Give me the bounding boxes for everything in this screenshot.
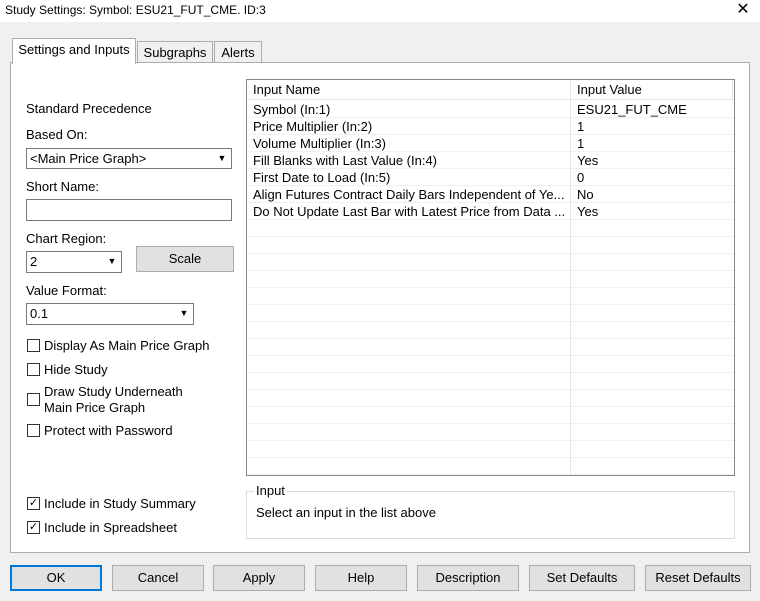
table-row[interactable]: Do Not Update Last Bar with Latest Price… — [247, 203, 734, 220]
checkbox-label: Protect with Password — [44, 423, 173, 438]
empty-row — [247, 458, 734, 475]
input-value-cell: ESU21_FUT_CME — [577, 102, 687, 117]
empty-row — [247, 288, 734, 305]
empty-row — [247, 373, 734, 390]
input-value-cell: Yes — [577, 204, 599, 219]
draw-study-underneath-checkbox[interactable] — [27, 393, 40, 406]
empty-row — [247, 220, 734, 237]
ok-button[interactable]: OK — [10, 565, 102, 591]
empty-row — [247, 407, 734, 424]
empty-row — [247, 441, 734, 458]
description-button[interactable]: Description — [417, 565, 519, 591]
apply-button[interactable]: Apply — [213, 565, 305, 591]
empty-row — [247, 339, 734, 356]
value-format-value: 0.1 — [30, 306, 49, 321]
empty-row — [247, 254, 734, 271]
value-format-label: Value Format: — [26, 283, 107, 298]
empty-row — [247, 424, 734, 441]
checkbox-label: Include in Spreadsheet — [44, 520, 177, 535]
input-name-cell: Volume Multiplier (In:3) — [253, 136, 386, 151]
empty-row — [247, 305, 734, 322]
close-icon[interactable]: ✕ — [732, 0, 754, 22]
table-row[interactable]: Price Multiplier (In:2) 1 — [247, 118, 734, 135]
input-value-cell: No — [577, 187, 594, 202]
input-value-cell: 1 — [577, 136, 585, 151]
table-row[interactable]: Align Futures Contract Daily Bars Indepe… — [247, 186, 734, 203]
input-value-cell: 1 — [577, 119, 585, 134]
table-row[interactable]: Volume Multiplier (In:3) 1 — [247, 135, 734, 152]
checkbox-label: Hide Study — [44, 362, 108, 377]
column-header-input-name[interactable]: Input Name — [247, 80, 571, 100]
checkbox-label: Display As Main Price Graph — [44, 338, 210, 353]
tab-label: Subgraphs — [143, 45, 207, 60]
tab-label: Settings and Inputs — [18, 42, 130, 57]
protect-with-password-checkbox[interactable] — [27, 424, 40, 437]
empty-row — [247, 237, 734, 254]
input-name-cell: Align Futures Contract Daily Bars Indepe… — [253, 187, 565, 202]
hide-study-checkbox[interactable] — [27, 363, 40, 376]
include-in-study-summary-checkbox[interactable]: ✓ — [27, 497, 40, 510]
tab-subgraphs[interactable]: Subgraphs — [137, 41, 213, 63]
input-groupbox-title: Input — [254, 483, 287, 498]
chart-region-label: Chart Region: — [26, 231, 107, 246]
chevron-down-icon[interactable]: ▼ — [176, 305, 192, 322]
scale-button[interactable]: Scale — [136, 246, 234, 272]
short-name-input[interactable] — [26, 199, 232, 221]
chevron-down-icon[interactable]: ▼ — [104, 253, 120, 270]
standard-precedence-label: Standard Precedence — [26, 101, 152, 116]
input-name-cell: Symbol (In:1) — [253, 102, 331, 117]
short-name-label: Short Name: — [26, 179, 99, 194]
column-header-input-value[interactable]: Input Value — [571, 80, 733, 100]
inputs-table[interactable]: Input Name Input Value Symbol (In:1) ESU… — [246, 79, 735, 476]
input-name-cell: First Date to Load (In:5) — [253, 170, 391, 185]
empty-row — [247, 356, 734, 373]
input-name-cell: Price Multiplier (In:2) — [253, 119, 373, 134]
reset-defaults-button[interactable]: Reset Defaults — [645, 565, 751, 591]
empty-row — [247, 271, 734, 288]
value-format-dropdown[interactable]: 0.1 ▼ — [26, 303, 194, 325]
empty-row — [247, 390, 734, 407]
input-value-cell: 0 — [577, 170, 585, 185]
window-title: Study Settings: Symbol: ESU21_FUT_CME. I… — [5, 3, 266, 17]
cancel-button[interactable]: Cancel — [112, 565, 204, 591]
based-on-dropdown[interactable]: <Main Price Graph> ▼ — [26, 148, 232, 169]
tab-settings-and-inputs[interactable]: Settings and Inputs — [12, 38, 136, 64]
checkbox-label-line2: Main Price Graph — [44, 400, 146, 415]
tab-alerts[interactable]: Alerts — [214, 41, 262, 63]
input-name-cell: Fill Blanks with Last Value (In:4) — [253, 153, 437, 168]
checkbox-label: Include in Study Summary — [44, 496, 196, 511]
set-defaults-button[interactable]: Set Defaults — [529, 565, 635, 591]
chart-region-dropdown[interactable]: 2 ▼ — [26, 251, 122, 273]
chart-region-value: 2 — [30, 254, 38, 269]
based-on-value: <Main Price Graph> — [30, 151, 147, 166]
include-in-spreadsheet-checkbox[interactable]: ✓ — [27, 521, 40, 534]
help-button[interactable]: Help — [315, 565, 407, 591]
chevron-down-icon[interactable]: ▼ — [214, 150, 230, 167]
table-header: Input Name Input Value — [247, 80, 734, 100]
table-row[interactable]: Fill Blanks with Last Value (In:4) Yes — [247, 152, 734, 169]
input-name-cell: Do Not Update Last Bar with Latest Price… — [253, 204, 566, 219]
tab-label: Alerts — [221, 45, 255, 60]
input-groupbox: Input Select an input in the list above — [246, 483, 735, 539]
table-row[interactable]: First Date to Load (In:5) 0 — [247, 169, 734, 186]
title-bar: Study Settings: Symbol: ESU21_FUT_CME. I… — [0, 0, 760, 22]
table-row[interactable]: Symbol (In:1) ESU21_FUT_CME — [247, 101, 734, 118]
display-as-main-price-graph-checkbox[interactable] — [27, 339, 40, 352]
checkbox-label: Draw Study Underneath — [44, 384, 183, 399]
input-value-cell: Yes — [577, 153, 599, 168]
input-help-text: Select an input in the list above — [256, 505, 436, 520]
empty-row — [247, 322, 734, 339]
based-on-label: Based On: — [26, 127, 88, 142]
